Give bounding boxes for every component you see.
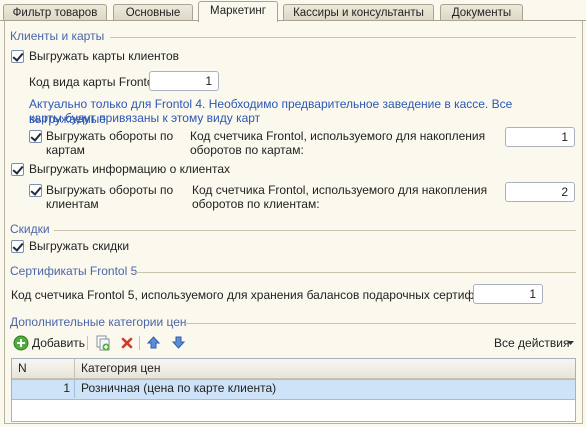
- row-category: Розничная (цена по карте клиента): [81, 381, 277, 395]
- client-counter-label-line1: Код счетчика Frontol, используемого для …: [192, 183, 488, 197]
- card-turnover-checkbox[interactable]: [29, 130, 42, 143]
- copy-icon[interactable]: [95, 335, 111, 351]
- column-divider: [74, 379, 75, 398]
- card-turnover-label-line2: картам: [46, 143, 85, 157]
- export-clients-checkbox[interactable]: [11, 163, 24, 176]
- tab-cashiers[interactable]: Кассиры и консультанты: [283, 4, 434, 20]
- card-turnover-label-line1: Выгружать обороты по: [46, 129, 174, 143]
- client-turnover-label-line1: Выгружать обороты по: [46, 183, 174, 197]
- export-cards-checkbox[interactable]: [11, 50, 24, 63]
- tab-documents[interactable]: Документы: [440, 4, 523, 20]
- certificate-counter-input[interactable]: 1: [473, 284, 543, 304]
- export-discounts-label: Выгружать скидки: [29, 239, 130, 253]
- tab-marketing[interactable]: Маркетинг: [198, 1, 278, 22]
- client-counter-label-line2: оборотов по клиентам:: [192, 197, 320, 211]
- client-counter-input[interactable]: 2: [505, 182, 575, 202]
- section-divider: [110, 37, 576, 38]
- toolbar-separator: [87, 336, 88, 350]
- toolbar-separator: [139, 336, 140, 350]
- section-divider: [54, 230, 576, 231]
- column-header-n[interactable]: N: [18, 359, 27, 378]
- row-number: 1: [63, 381, 70, 395]
- section-title-certificates: Сертификаты Frontol 5: [10, 264, 138, 278]
- section-title-discounts: Скидки: [10, 222, 50, 236]
- hint-line-2: карты будут привязаны к этому виду карт: [29, 111, 261, 125]
- tab-bar: Фильтр товаров Основные Маркетинг Кассир…: [0, 0, 586, 22]
- export-clients-label: Выгружать информацию о клиентах: [29, 162, 231, 176]
- tab-main[interactable]: Основные: [113, 4, 193, 20]
- add-button-label: Добавить: [32, 336, 86, 350]
- move-up-icon[interactable]: [146, 335, 161, 350]
- section-title-price-categories: Дополнительные категории цен: [10, 315, 187, 329]
- add-icon: [13, 335, 29, 351]
- add-button[interactable]: Добавить: [12, 334, 86, 352]
- client-counter-label: Код счетчика Frontol, используемого для …: [192, 183, 487, 211]
- section-divider: [134, 272, 576, 273]
- chevron-down-icon: [567, 341, 574, 345]
- card-turnover-label: Выгружать обороты по картам: [46, 129, 173, 157]
- column-divider: [74, 359, 75, 378]
- card-counter-input[interactable]: 1: [505, 127, 575, 147]
- all-actions-menu[interactable]: Все действия: [494, 335, 576, 353]
- table-header: N Категория цен: [12, 359, 575, 379]
- export-discounts-checkbox[interactable]: [11, 240, 24, 253]
- tab-underline: [0, 20, 586, 21]
- column-header-category[interactable]: Категория цен: [81, 359, 160, 378]
- card-counter-label-line1: Код счетчика Frontol, используемого для …: [190, 129, 486, 143]
- price-categories-table[interactable]: N Категория цен 1 Розничная (цена по кар…: [11, 358, 576, 422]
- card-type-input[interactable]: 1: [149, 71, 219, 91]
- certificate-counter-label: Код счетчика Frontol 5, используемого дл…: [11, 288, 515, 302]
- client-turnover-label: Выгружать обороты по клиентам: [46, 183, 173, 211]
- card-type-label: Код вида карты Frontol:: [29, 75, 160, 89]
- move-down-icon[interactable]: [171, 335, 186, 350]
- section-divider: [185, 323, 576, 324]
- all-actions-label: Все действия: [494, 336, 570, 350]
- export-cards-label: Выгружать карты клиентов: [29, 49, 180, 63]
- delete-icon[interactable]: [120, 336, 134, 350]
- section-title-clients: Клиенты и карты: [10, 29, 105, 43]
- card-counter-label: Код счетчика Frontol, используемого для …: [190, 129, 485, 157]
- table-row[interactable]: 1 Розничная (цена по карте клиента): [12, 379, 575, 400]
- tab-product-filter[interactable]: Фильтр товаров: [3, 4, 107, 20]
- client-turnover-checkbox[interactable]: [29, 184, 42, 197]
- client-turnover-label-line2: клиентам: [46, 197, 99, 211]
- card-counter-label-line2: оборотов по картам:: [190, 143, 304, 157]
